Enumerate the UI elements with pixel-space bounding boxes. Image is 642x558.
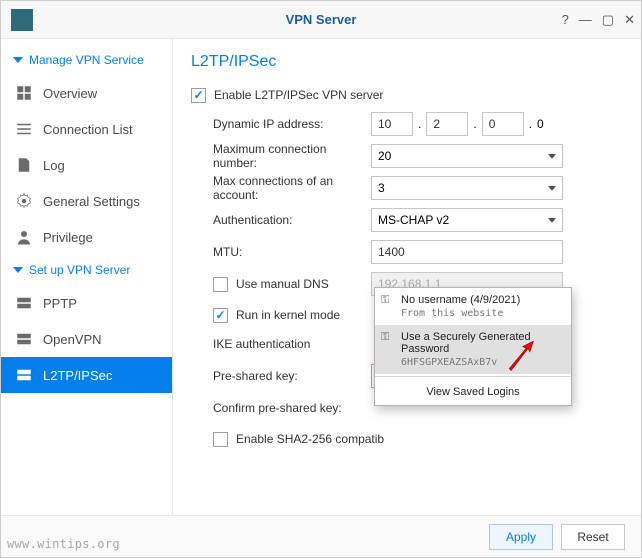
sidebar-item-connection-list[interactable]: Connection List (1, 111, 172, 147)
sidebar-item-privilege[interactable]: Privilege (1, 219, 172, 255)
dynamic-ip-inputs: . . . 0 (371, 112, 544, 136)
max-conn-label: Maximum connection number: (213, 142, 371, 170)
dot: . (469, 117, 480, 131)
close-icon[interactable]: ✕ (624, 12, 635, 28)
sidebar-item-label: PPTP (43, 296, 77, 311)
dot: . (525, 117, 536, 131)
enable-checkbox[interactable] (191, 88, 206, 103)
gear-icon (15, 192, 33, 210)
select-value: 20 (378, 149, 391, 163)
popup-item-generate-password[interactable]: ⚿ Use a Securely Generated Password 6HFS… (375, 325, 571, 374)
cursor-annotation-icon (506, 338, 540, 375)
max-acct-select[interactable]: 3 (371, 176, 563, 200)
log-icon (15, 156, 33, 174)
key-icon: ⚿ (381, 331, 389, 344)
dot: . (414, 117, 425, 131)
app-icon (11, 9, 33, 31)
kernel-mode-checkbox[interactable] (213, 308, 228, 323)
sidebar-item-overview[interactable]: Overview (1, 75, 172, 111)
dynamic-ip-label: Dynamic IP address: (213, 117, 371, 131)
caret-down-icon (548, 186, 556, 191)
select-value: MS-CHAP v2 (378, 213, 449, 227)
help-icon[interactable]: ? (562, 12, 569, 28)
enable-label: Enable L2TP/IPSec VPN server (214, 88, 383, 102)
maximize-icon[interactable]: ▢ (602, 12, 614, 28)
max-conn-select[interactable]: 20 (371, 144, 563, 168)
manual-dns-checkbox[interactable] (213, 277, 228, 292)
popup-item-sub: From this website (401, 308, 561, 319)
ike-auth-label: IKE authentication (213, 337, 371, 351)
auth-label: Authentication: (213, 213, 371, 227)
apply-button[interactable]: Apply (489, 524, 553, 550)
auth-select[interactable]: MS-CHAP v2 (371, 208, 563, 232)
popup-item-title: No username (4/9/2021) (401, 294, 561, 306)
password-suggestion-popup: ⚿ No username (4/9/2021) From this websi… (374, 287, 572, 406)
caret-down-icon (548, 154, 556, 159)
main-panel: L2TP/IPSec Enable L2TP/IPSec VPN server … (173, 39, 641, 517)
watermark: www.wintips.org (7, 537, 120, 551)
ip-b-input[interactable] (426, 112, 468, 136)
sidebar-item-label: Overview (43, 86, 97, 101)
sidebar-section-label: Set up VPN Server (29, 263, 130, 277)
sidebar-item-label: General Settings (43, 194, 140, 209)
caret-down-icon (548, 218, 556, 223)
sidebar: Manage VPN Service Overview Connection L… (1, 39, 173, 517)
sidebar-item-label: OpenVPN (43, 332, 102, 347)
mtu-input[interactable] (371, 240, 563, 264)
max-acct-label: Max connections of an account: (213, 174, 371, 202)
kernel-mode-label: Run in kernel mode (236, 308, 340, 322)
server-icon (15, 366, 33, 384)
sha256-checkbox[interactable] (213, 432, 228, 447)
popup-view-saved-logins[interactable]: View Saved Logins (375, 379, 571, 405)
select-value: 3 (378, 181, 385, 195)
window-title: VPN Server (286, 12, 357, 27)
sidebar-item-pptp[interactable]: PPTP (1, 285, 172, 321)
sidebar-item-label: Privilege (43, 230, 93, 245)
separator (375, 376, 571, 377)
sidebar-item-openvpn[interactable]: OpenVPN (1, 321, 172, 357)
title-bar: VPN Server ? — ▢ ✕ (1, 1, 641, 39)
sidebar-item-log[interactable]: Log (1, 147, 172, 183)
sidebar-section-label: Manage VPN Service (29, 53, 144, 67)
sidebar-item-general-settings[interactable]: General Settings (1, 183, 172, 219)
overview-icon (15, 84, 33, 102)
list-icon (15, 120, 33, 138)
manual-dns-label: Use manual DNS (236, 277, 371, 291)
user-icon (15, 228, 33, 246)
ip-a-input[interactable] (371, 112, 413, 136)
psk-confirm-label: Confirm pre-shared key: (213, 401, 371, 415)
server-icon (15, 330, 33, 348)
reset-button[interactable]: Reset (561, 524, 625, 550)
sidebar-item-label: Connection List (43, 122, 133, 137)
sidebar-section-manage[interactable]: Manage VPN Service (1, 45, 172, 75)
sidebar-item-l2tp[interactable]: L2TP/IPSec (1, 357, 172, 393)
ip-d-static: 0 (537, 117, 544, 131)
psk-label: Pre-shared key: (213, 369, 371, 383)
key-icon: ⚿ (381, 294, 389, 307)
sidebar-item-label: L2TP/IPSec (43, 368, 112, 383)
sidebar-section-setup[interactable]: Set up VPN Server (1, 255, 172, 285)
sha256-label: Enable SHA2-256 compatib (236, 432, 384, 446)
page-title: L2TP/IPSec (191, 53, 623, 71)
chevron-down-icon (13, 57, 23, 63)
server-icon (15, 294, 33, 312)
minimize-icon[interactable]: — (579, 12, 592, 28)
ip-c-input[interactable] (482, 112, 524, 136)
chevron-down-icon (13, 267, 23, 273)
sidebar-item-label: Log (43, 158, 65, 173)
popup-item-saved-login[interactable]: ⚿ No username (4/9/2021) From this websi… (375, 288, 571, 325)
mtu-label: MTU: (213, 245, 371, 259)
